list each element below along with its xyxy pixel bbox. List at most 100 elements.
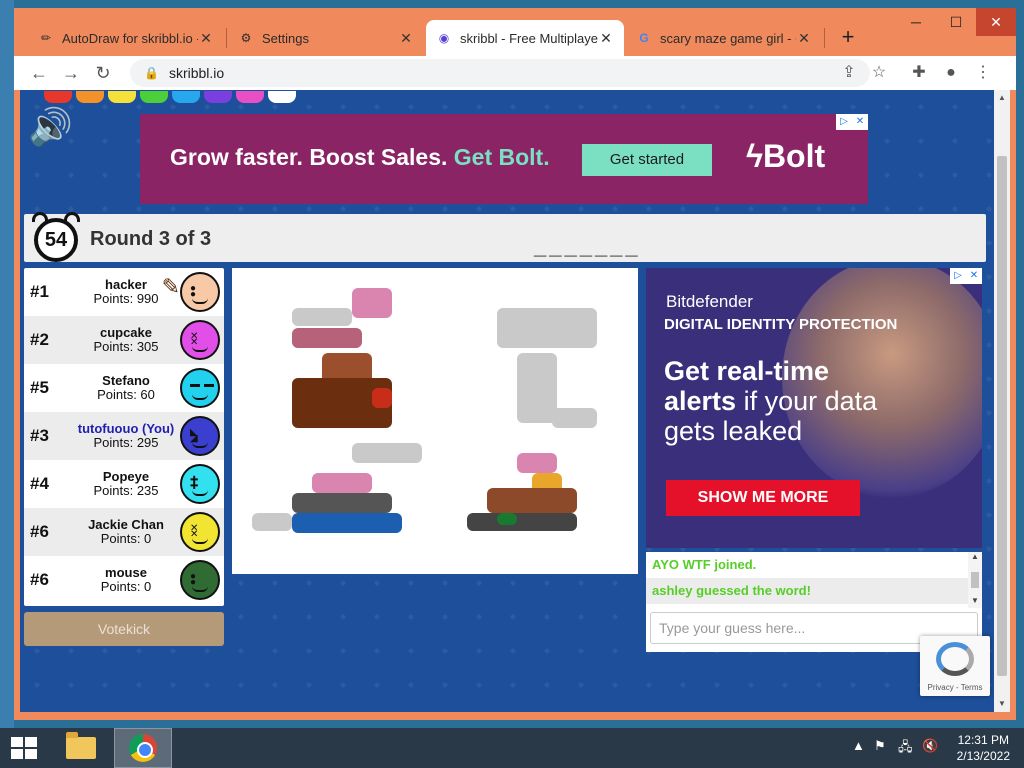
- drawing-stroke: [352, 443, 422, 463]
- player-row[interactable]: #2 cupcake Points: 305 ✕ ✕: [24, 316, 224, 364]
- bolt-icon: ϟ: [746, 138, 763, 174]
- extensions-icon[interactable]: ✚: [906, 60, 932, 86]
- window-close-button[interactable]: ✕: [976, 8, 1016, 36]
- chrome-icon: [129, 734, 157, 762]
- player-rank: #6: [30, 570, 49, 589]
- tab-settings[interactable]: ⚙ Settings ✕: [228, 20, 424, 56]
- player-row-self[interactable]: #3 tutofuouo (You) Points: 295 ◣ ◢: [24, 412, 224, 460]
- recaptcha-badge[interactable]: Privacy - Terms: [920, 636, 990, 696]
- lock-icon: 🔒: [144, 66, 159, 80]
- tab-google[interactable]: G scary maze game girl - G ✕: [626, 20, 822, 56]
- maximize-button[interactable]: ☐: [936, 8, 976, 36]
- player-rank: #5: [30, 378, 49, 397]
- drawing-stroke: [292, 328, 362, 348]
- tab-title: AutoDraw for skribbl.io -: [62, 30, 198, 46]
- player-avatar: ✕ ✕: [180, 512, 220, 552]
- scroll-up-arrow-icon[interactable]: ▲: [994, 90, 1010, 106]
- back-button[interactable]: ←: [26, 60, 52, 86]
- ad-choices[interactable]: ▷ ✕: [950, 268, 982, 284]
- bookmark-star-icon[interactable]: ☆: [866, 60, 892, 86]
- pencil-icon: ✎: [161, 274, 180, 299]
- banner-ad[interactable]: Grow faster. Boost Sales. Get Bolt. Get …: [140, 114, 868, 204]
- scroll-up-arrow-icon: ▲: [971, 552, 979, 561]
- drawing-stroke: [497, 308, 597, 348]
- recaptcha-links[interactable]: Privacy - Terms: [920, 683, 990, 692]
- round-bar: 54 Round 3 of 3 _______: [24, 212, 986, 262]
- player-avatar: ● ●: [180, 560, 220, 600]
- page-content: 🔊 Grow faster. Boost Sales. Get Bolt. Ge…: [20, 90, 1010, 712]
- clock-time: 12:31 PM: [957, 733, 1009, 747]
- close-icon[interactable]: ✕: [598, 30, 614, 47]
- player-avatar: ✚ ✚: [180, 464, 220, 504]
- chat-scrollbar[interactable]: ▲ ▼: [968, 552, 982, 608]
- volume-muted-icon[interactable]: 🔇: [922, 738, 938, 754]
- player-name: tutofuouo (You): [77, 421, 175, 436]
- drawing-stroke: [372, 388, 392, 408]
- taskbar: ▲ ⚑ 🖧 🔇 12:31 PM 2/13/2022: [0, 728, 1024, 768]
- player-row[interactable]: #6 mouse Points: 0 ● ●: [24, 556, 224, 604]
- timer-value: 54: [34, 218, 78, 262]
- system-clock[interactable]: 12:31 PM 2/13/2022: [957, 732, 1010, 764]
- chat-message: AYO WTF joined.: [652, 557, 757, 572]
- recaptcha-icon: [936, 642, 974, 676]
- close-icon[interactable]: ✕: [198, 30, 214, 47]
- player-row[interactable]: #5 Stefano Points: 60 ▬▬: [24, 364, 224, 412]
- ad-get-started-button[interactable]: Get started: [582, 144, 712, 176]
- chrome-taskbar-button[interactable]: [114, 728, 172, 768]
- page-scroll-thumb[interactable]: [997, 156, 1007, 676]
- tab-strip: ✏ AutoDraw for skribbl.io - ✕ ⚙ Settings…: [14, 8, 1016, 56]
- file-explorer-button[interactable]: [52, 728, 110, 768]
- minimize-button[interactable]: ─: [896, 8, 936, 36]
- drawing-stroke: [517, 453, 557, 473]
- share-icon[interactable]: ⇪: [836, 60, 862, 86]
- drawing-stroke: [292, 513, 402, 533]
- ad-choices[interactable]: ▷ ✕: [836, 114, 868, 130]
- ad-headline: Grow faster. Boost Sales. Get Bolt.: [170, 144, 550, 170]
- drawing-stroke: [487, 488, 577, 513]
- close-icon: ✕: [855, 116, 865, 127]
- close-icon[interactable]: ✕: [796, 30, 812, 47]
- windows-logo-icon: [11, 737, 37, 759]
- player-row[interactable]: #4 Popeye Points: 235 ✚ ✚: [24, 460, 224, 508]
- start-button[interactable]: [0, 728, 48, 768]
- ad-show-more-button[interactable]: SHOW ME MORE: [666, 480, 860, 516]
- address-bar[interactable]: 🔒 skribbl.io: [130, 59, 870, 87]
- drawing-stroke: [517, 353, 557, 423]
- tab-separator: [824, 28, 825, 48]
- timer-clock-icon: 54: [28, 208, 84, 266]
- tray-overflow-icon[interactable]: ▲: [852, 738, 865, 753]
- scroll-down-arrow-icon[interactable]: ▼: [994, 696, 1010, 712]
- page-scrollbar[interactable]: ▲ ▼: [994, 90, 1010, 712]
- chat-message: ashley guessed the word!: [646, 578, 982, 604]
- drawing-stroke: [497, 513, 517, 525]
- profile-icon[interactable]: ●: [938, 60, 964, 86]
- forward-button[interactable]: →: [58, 60, 84, 86]
- drawing-stroke: [312, 473, 372, 493]
- side-ad[interactable]: Bitdefender DIGITAL IDENTITY PROTECTION …: [646, 268, 982, 548]
- new-tab-button[interactable]: +: [834, 24, 862, 52]
- browser-window: ✏ AutoDraw for skribbl.io - ✕ ⚙ Settings…: [14, 8, 1016, 720]
- sound-toggle-icon[interactable]: 🔊: [28, 106, 76, 148]
- player-avatar: ✕ ✕: [180, 320, 220, 360]
- chat-scroll-thumb: [971, 572, 979, 588]
- close-icon[interactable]: ✕: [398, 30, 414, 47]
- menu-icon[interactable]: ⋮: [970, 60, 996, 86]
- network-icon[interactable]: 🖧: [898, 738, 913, 760]
- player-name: cupcake: [99, 325, 153, 340]
- drawing-stroke: [352, 288, 392, 318]
- player-avatar: ◣ ◢: [180, 416, 220, 456]
- player-row[interactable]: #1 hacker Points: 990 ✎ ● ●: [24, 268, 224, 316]
- tab-autodraw[interactable]: ✏ AutoDraw for skribbl.io - ✕: [28, 20, 224, 56]
- drawing-canvas[interactable]: [232, 268, 638, 574]
- player-rank: #2: [30, 330, 49, 349]
- reload-button[interactable]: ↻: [90, 60, 116, 86]
- votekick-button[interactable]: Votekick: [24, 612, 224, 646]
- desktop-background: [0, 0, 14, 728]
- tab-skribbl[interactable]: ◉ skribbl - Free Multiplayer ✕: [426, 20, 624, 56]
- player-row[interactable]: #6 Jackie Chan Points: 0 ✕ ✕: [24, 508, 224, 556]
- adchoices-icon: ▷: [840, 116, 848, 127]
- player-rank: #4: [30, 474, 49, 493]
- flag-icon[interactable]: ⚑: [874, 738, 886, 754]
- word-hint: _______: [534, 234, 641, 259]
- player-name: Stefano: [102, 373, 150, 388]
